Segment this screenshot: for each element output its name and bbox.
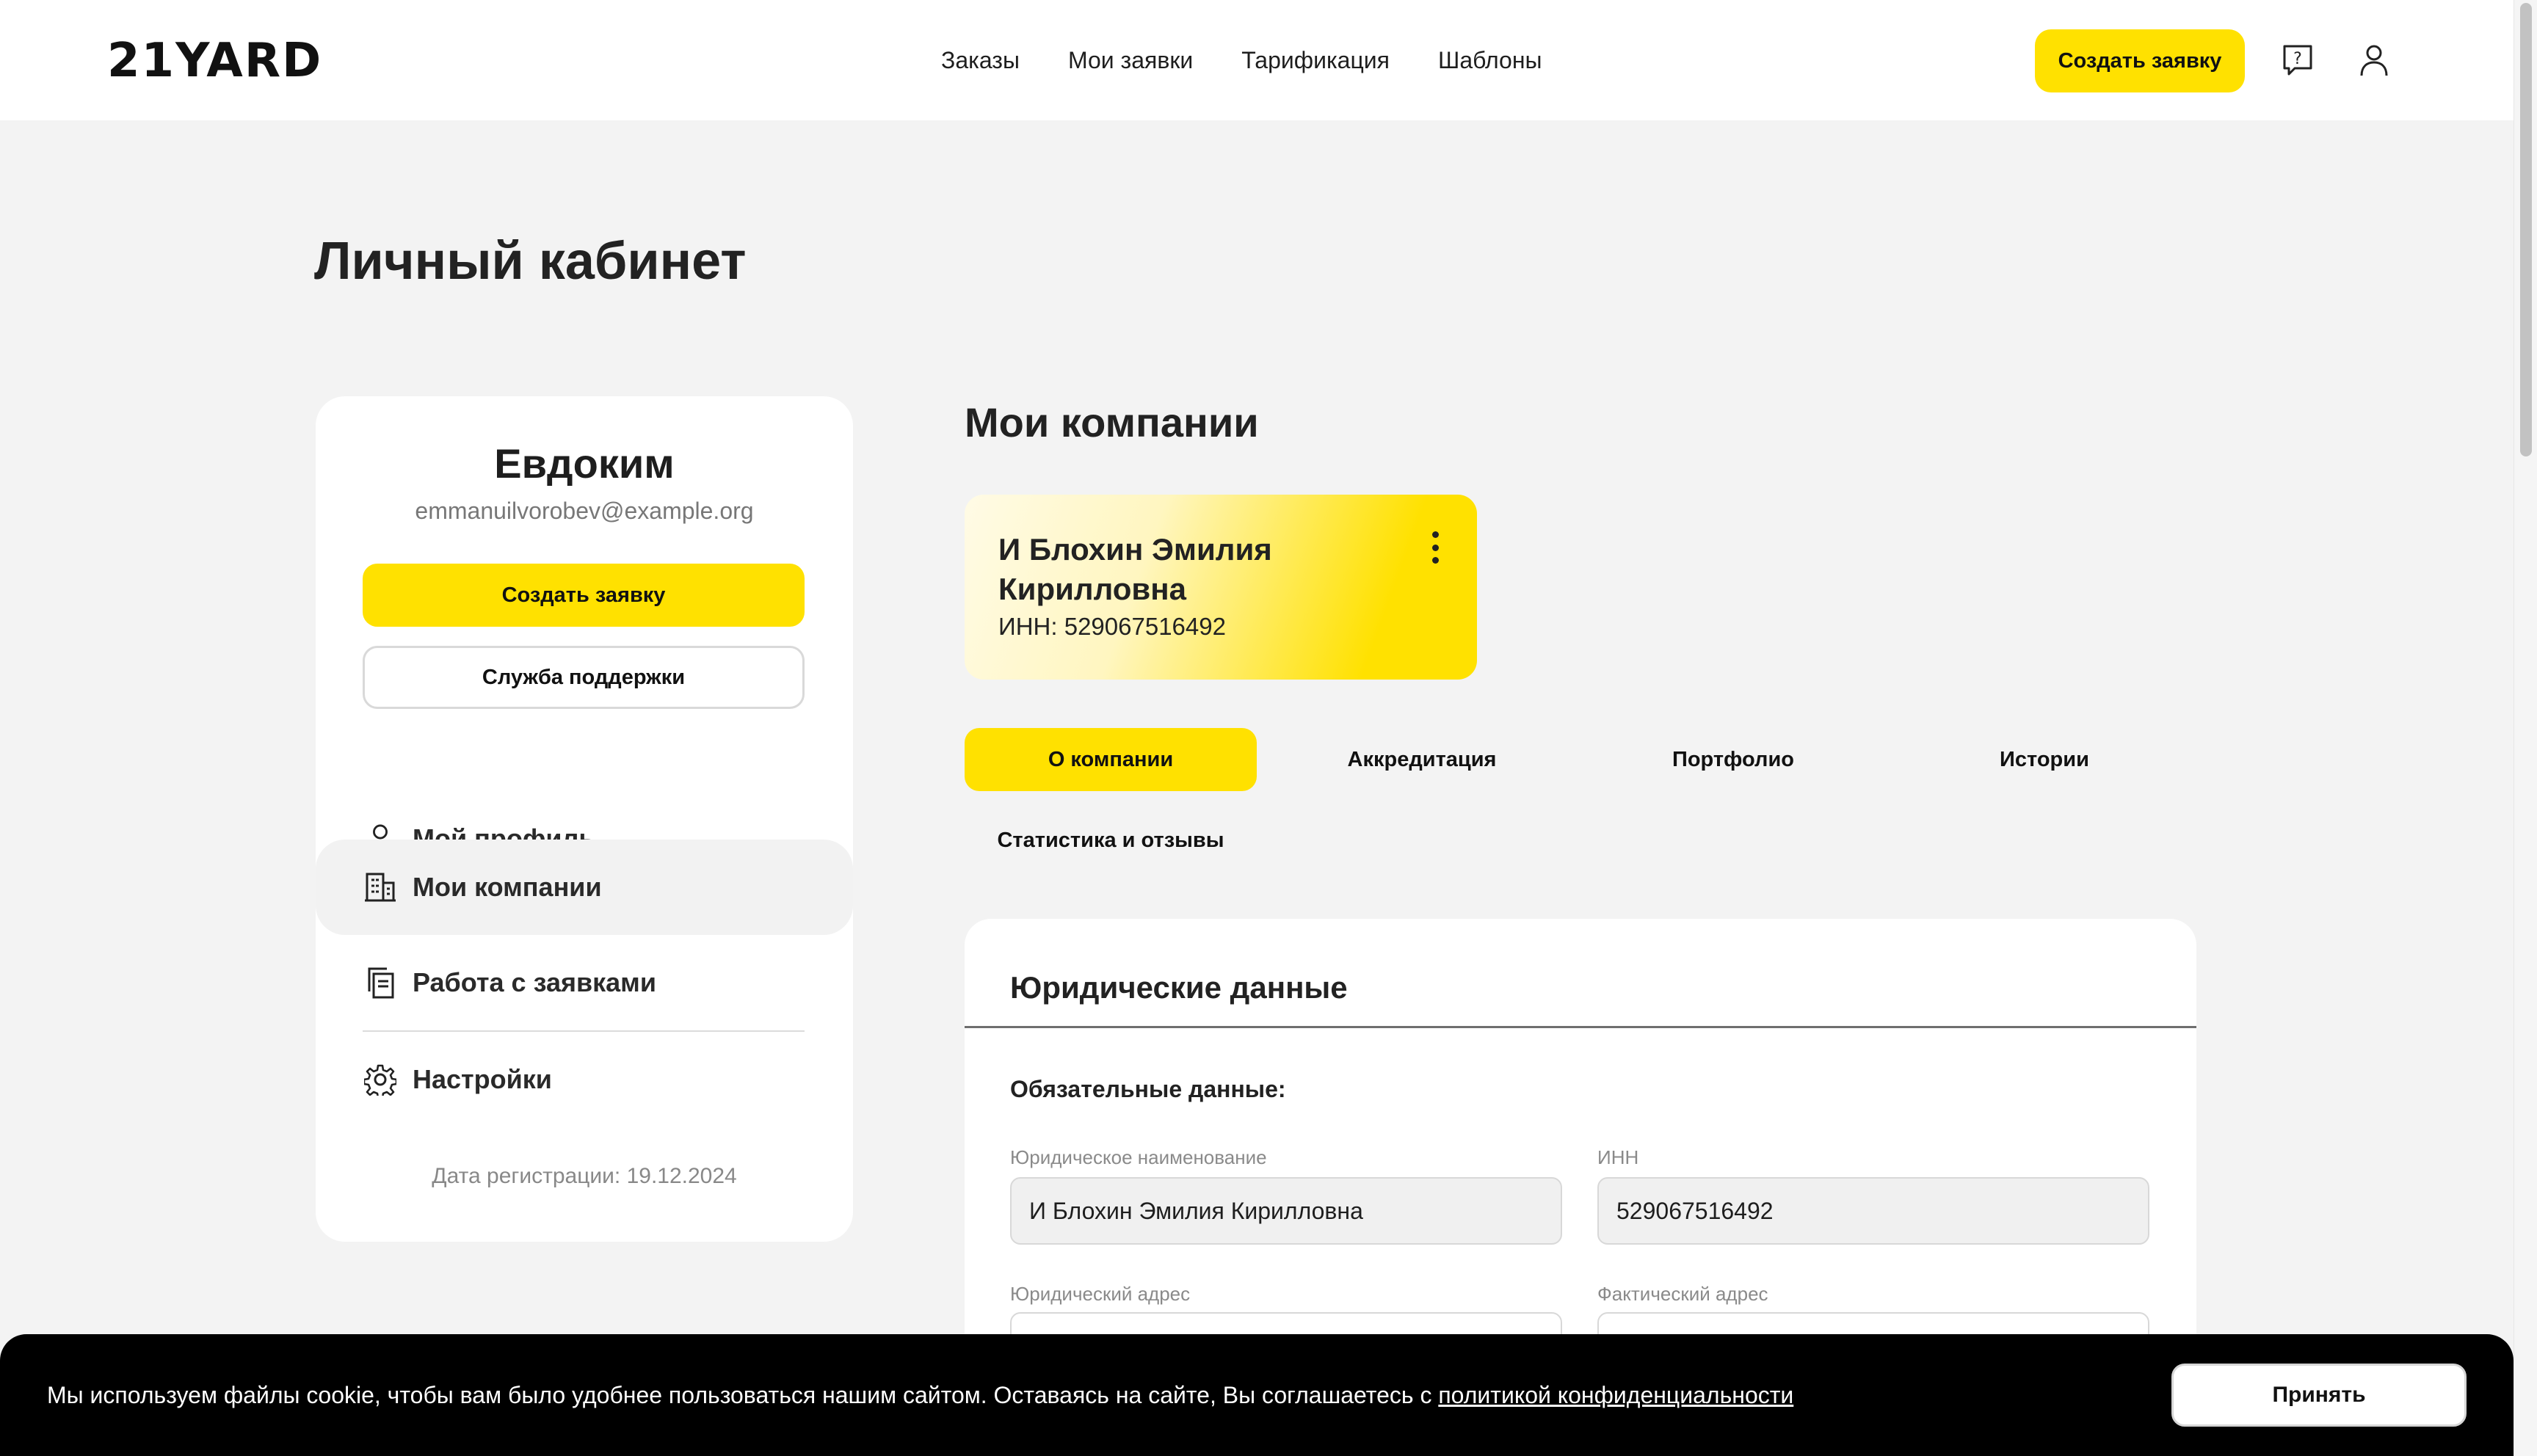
field-label: Фактический адрес: [1597, 1283, 1768, 1305]
support-button[interactable]: Служба поддержки: [363, 646, 805, 709]
sidebar-item-label: Работа с заявками: [413, 967, 656, 997]
nav-templates[interactable]: Шаблоны: [1438, 41, 1542, 79]
building-icon: [363, 870, 398, 905]
svg-text:?: ?: [2293, 50, 2302, 68]
required-data-label: Обязательные данные:: [1010, 1076, 1286, 1102]
sidebar-item-requests[interactable]: Работа с заявками: [316, 935, 853, 1030]
cookie-text: Мы используем файлы cookie, чтобы вам бы…: [47, 1382, 1439, 1408]
nav-my-requests[interactable]: Мои заявки: [1068, 41, 1193, 79]
tab-portfolio[interactable]: Портфолио: [1587, 728, 1879, 791]
accept-cookies-button[interactable]: Принять: [2171, 1364, 2467, 1427]
page-scrollbar[interactable]: [2514, 0, 2537, 1456]
main-nav: Заказы Мои заявки Тарификация Шаблоны: [941, 41, 1542, 79]
legal-data-title: Юридические данные: [1010, 970, 1348, 1005]
field-label: Юридический адрес: [1010, 1283, 1191, 1305]
sidebar-item-my-companies[interactable]: Мои компании: [316, 840, 853, 935]
legal-name-field[interactable]: И Блохин Эмилия Кирилловна: [1010, 1177, 1562, 1245]
nav-orders[interactable]: Заказы: [941, 41, 1020, 79]
sidebar-item-settings[interactable]: Настройки: [316, 1032, 853, 1127]
company-card[interactable]: И Блохин Эмилия Кирилловна ИНН: 52906751…: [965, 495, 1477, 680]
inn-field[interactable]: 529067516492: [1597, 1177, 2149, 1245]
section-title: Мои компании: [965, 399, 1259, 445]
privacy-policy-link[interactable]: политикой конфиденциальности: [1438, 1382, 1793, 1408]
cookie-banner: Мы используем файлы cookie, чтобы вам бы…: [0, 1334, 2514, 1456]
tab-stats-reviews[interactable]: Статистика и отзывы: [965, 809, 1257, 872]
section-divider: [965, 1026, 2196, 1028]
user-icon[interactable]: [2355, 41, 2393, 79]
field-label: Юридическое наименование: [1010, 1146, 1267, 1168]
page-title: Личный кабинет: [314, 232, 747, 291]
top-header: 21YARD Заказы Мои заявки Тарификация Шаб…: [0, 0, 2514, 120]
more-options-icon[interactable]: [1424, 527, 1446, 568]
user-name: Евдоким: [494, 440, 675, 487]
cookie-message: Мы используем файлы cookie, чтобы вам бы…: [47, 1378, 1793, 1412]
header-create-request-button[interactable]: Создать заявку: [2035, 29, 2245, 92]
sidebar-item-label: Мои компании: [413, 872, 602, 902]
gear-icon: [363, 1062, 398, 1097]
user-email: emmanuilvorobev@example.org: [415, 498, 754, 524]
sidebar-create-request-button[interactable]: Создать заявку: [363, 564, 805, 627]
documents-icon: [363, 965, 398, 1000]
sidebar-item-label: Настройки: [413, 1064, 552, 1094]
help-icon[interactable]: ?: [2279, 41, 2317, 79]
field-label: ИНН: [1597, 1146, 1639, 1168]
scrollbar-thumb[interactable]: [2520, 3, 2532, 456]
registration-date: Дата регистрации: 19.12.2024: [432, 1164, 737, 1188]
profile-sidebar: Евдоким emmanuilvorobev@example.org Созд…: [316, 396, 853, 1242]
tab-stories[interactable]: Истории: [1898, 728, 2191, 791]
nav-pricing[interactable]: Тарификация: [1241, 41, 1390, 79]
tab-about-company[interactable]: О компании: [965, 728, 1257, 791]
company-inn: ИНН: 529067516492: [998, 613, 1226, 640]
tab-accreditation[interactable]: Аккредитация: [1276, 728, 1568, 791]
company-name: И Блохин Эмилия Кирилловна: [998, 532, 1272, 606]
site-logo[interactable]: 21YARD: [107, 35, 322, 87]
